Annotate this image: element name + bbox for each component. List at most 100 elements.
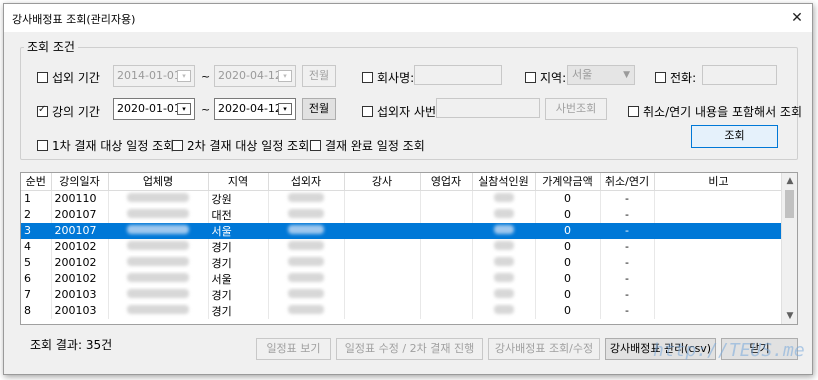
column-header[interactable]: 강사 xyxy=(344,173,421,191)
table-row[interactable]: 7 200103 경기 0- xyxy=(21,286,784,303)
column-header[interactable]: 섭외자 xyxy=(268,173,345,191)
redacted-value xyxy=(127,241,189,250)
table-cell: 대전 xyxy=(208,206,269,223)
table-cell xyxy=(654,254,784,271)
table-row[interactable]: 8 200103 경기 0- xyxy=(21,302,784,319)
column-header[interactable]: 강의일자 xyxy=(51,173,109,191)
table-cell: 200107 xyxy=(51,206,109,223)
column-header[interactable]: 실참석인원 xyxy=(472,173,536,191)
table-cell xyxy=(108,238,209,255)
search-button[interactable]: 조회 xyxy=(691,125,778,148)
vertical-scrollbar[interactable]: ▲ ▼ xyxy=(781,173,797,324)
table-cell xyxy=(420,238,473,255)
phone-checkbox[interactable]: 전화: xyxy=(655,69,696,86)
outside-from-date[interactable]: 2014-01-01 ▾ xyxy=(113,65,195,87)
table-cell: 5 xyxy=(21,254,52,271)
outside-prev-month-button[interactable]: 전월 xyxy=(302,65,336,87)
table-cell: 0 xyxy=(535,206,601,223)
table-cell: 3 xyxy=(21,222,52,239)
checkbox-icon xyxy=(362,72,373,83)
employee-lookup-button[interactable]: 사번조회 xyxy=(545,98,607,120)
scroll-thumb[interactable] xyxy=(785,190,794,218)
redacted-value xyxy=(288,305,324,314)
table-cell xyxy=(268,222,345,239)
column-header[interactable]: 업체명 xyxy=(108,173,209,191)
scroll-down-icon[interactable]: ▼ xyxy=(782,308,797,324)
redacted-value xyxy=(288,289,324,298)
redacted-value xyxy=(493,257,514,266)
column-header[interactable]: 비고 xyxy=(654,173,784,191)
close-icon[interactable]: ✕ xyxy=(782,4,812,32)
table-cell: 7 xyxy=(21,286,52,303)
view-schedule-button[interactable]: 일정표 보기 xyxy=(256,338,331,360)
edit-schedule-button[interactable]: 일정표 수정 / 2차 결재 진행 xyxy=(336,338,483,360)
first-approval-label: 1차 결재 대상 일정 조회 xyxy=(52,139,175,153)
include-cancel-checkbox[interactable]: 취소/연기 내용을 포함해서 조회 xyxy=(628,103,802,120)
table-cell xyxy=(108,270,209,287)
redacted-value xyxy=(288,257,324,266)
calendar-icon[interactable]: ▾ xyxy=(278,70,292,82)
table-cell: - xyxy=(600,270,655,287)
lecture-period-checkbox[interactable]: 강의 기간 xyxy=(37,103,100,120)
table-cell: 경기 xyxy=(208,254,269,271)
column-header[interactable]: 지역 xyxy=(208,173,269,191)
table-row[interactable]: 2 200107 대전 0- xyxy=(21,206,784,223)
column-header[interactable]: 순번 xyxy=(21,173,52,191)
redacted-value xyxy=(127,305,189,314)
table-cell xyxy=(472,222,536,239)
column-header[interactable]: 취소/연기 xyxy=(600,173,655,191)
company-name-input[interactable] xyxy=(414,65,502,85)
calendar-icon[interactable]: ▾ xyxy=(177,103,191,115)
lecture-from-date[interactable]: 2020-01-01 ▾ xyxy=(113,98,195,120)
table-row[interactable]: 5 200102 경기 0- xyxy=(21,254,784,271)
table-cell xyxy=(420,286,473,303)
range-tilde: ~ xyxy=(201,103,211,116)
scroll-up-icon[interactable]: ▲ xyxy=(782,173,797,189)
second-approval-checkbox[interactable]: 2차 결재 대상 일정 조회 xyxy=(172,137,309,154)
phone-input[interactable] xyxy=(702,65,777,85)
column-header[interactable]: 가계약금액 xyxy=(535,173,601,191)
table-cell xyxy=(654,302,784,319)
outside-period-checkbox[interactable]: 섭외 기간 xyxy=(37,69,100,86)
table-cell: - xyxy=(600,190,655,207)
table-cell xyxy=(472,238,536,255)
calendar-icon[interactable]: ▾ xyxy=(177,70,191,82)
search-edit-button[interactable]: 강사배정표 조회/수정 xyxy=(488,338,600,360)
outside-to-date[interactable]: 2020-04-12 ▾ xyxy=(214,65,296,87)
table-row[interactable]: 6 200102 서울 0- xyxy=(21,270,784,287)
table-cell xyxy=(268,238,345,255)
watermark: http://TEUS.me xyxy=(653,340,805,361)
company-name-checkbox[interactable]: 회사명: xyxy=(362,69,414,86)
table-row[interactable]: 1 200110 강원 0- xyxy=(21,190,784,207)
table-cell xyxy=(654,206,784,223)
table-cell xyxy=(344,206,421,223)
table-cell: 0 xyxy=(535,222,601,239)
table-row[interactable]: 4 200102 경기 0- xyxy=(21,238,784,255)
lecture-prev-month-button[interactable]: 전월 xyxy=(302,98,336,120)
table-cell: 0 xyxy=(535,270,601,287)
range-tilde: ~ xyxy=(201,70,211,83)
region-select[interactable]: 서울 ▼ xyxy=(567,65,635,85)
column-header[interactable]: 영업자 xyxy=(420,173,473,191)
table-cell: 6 xyxy=(21,270,52,287)
employee-id-label: 섭외자 사번: xyxy=(377,105,441,119)
approval-done-checkbox[interactable]: 결재 완료 일정 조회 xyxy=(310,137,425,154)
table-cell xyxy=(344,254,421,271)
results-grid[interactable]: 순번 강의일자 업체명 지역 섭외자 강사 영업자 실참석인원 가계약금액 취소… xyxy=(20,172,798,325)
table-cell: 0 xyxy=(535,254,601,271)
calendar-icon[interactable]: ▾ xyxy=(278,103,292,115)
employee-id-checkbox[interactable]: 섭외자 사번: xyxy=(362,103,440,120)
first-approval-checkbox[interactable]: 1차 결재 대상 일정 조회 xyxy=(37,137,174,154)
table-row[interactable]: 3 200107 서울 0- xyxy=(21,222,784,239)
table-cell xyxy=(108,206,209,223)
region-checkbox[interactable]: 지역: xyxy=(525,69,566,86)
lecture-to-date[interactable]: 2020-04-12 ▾ xyxy=(214,98,296,120)
employee-id-input[interactable] xyxy=(436,98,540,118)
table-cell xyxy=(654,286,784,303)
table-cell: 200102 xyxy=(51,254,109,271)
second-approval-label: 2차 결재 대상 일정 조회 xyxy=(187,139,310,153)
lecture-from-value: 2020-01-01 xyxy=(117,102,181,115)
table-cell xyxy=(344,222,421,239)
redacted-value xyxy=(493,305,514,314)
table-cell: 강원 xyxy=(208,190,269,207)
